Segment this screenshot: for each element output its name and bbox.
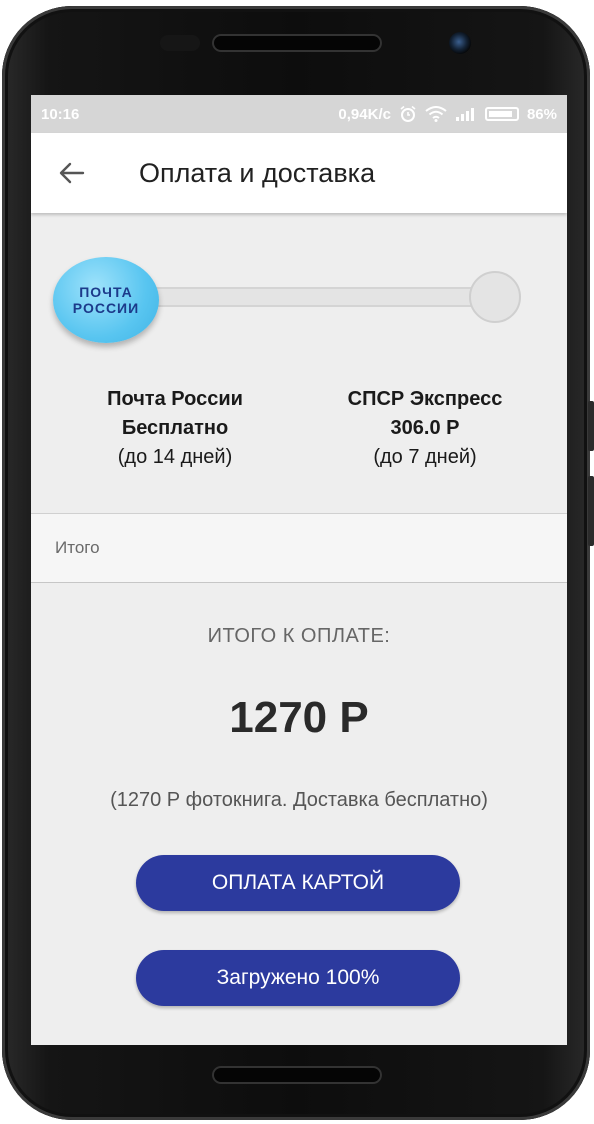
option-name: СПСР Экспресс bbox=[347, 388, 503, 410]
total-note: (1270 Р фотокнига. Доставка бесплатно) bbox=[110, 789, 488, 811]
delivery-option-sprs-express[interactable]: СПСР Экспресс 306.0 Р (до 7 дней) bbox=[317, 385, 533, 472]
network-speed: 0,94K/c bbox=[338, 105, 391, 123]
option-price: 306.0 Р bbox=[390, 417, 460, 439]
proximity-sensor bbox=[160, 35, 200, 51]
earpiece-speaker bbox=[212, 34, 382, 52]
upload-status-button[interactable]: Загружено 100% bbox=[136, 950, 460, 1006]
front-camera-icon bbox=[449, 32, 471, 54]
option-term: (до 7 дней) bbox=[373, 446, 477, 468]
logo-text-line2: РОССИИ bbox=[72, 300, 140, 316]
arrow-left-icon[interactable] bbox=[59, 160, 85, 186]
volume-button bbox=[588, 401, 594, 451]
total-amount: 1270 Р bbox=[229, 693, 369, 742]
alarm-icon bbox=[400, 105, 416, 122]
app-bar: Оплата и доставка bbox=[31, 133, 567, 213]
power-button bbox=[588, 476, 594, 546]
page-title: Оплата и доставка bbox=[139, 157, 376, 188]
wifi-icon bbox=[425, 106, 447, 122]
bottom-speaker bbox=[212, 1066, 382, 1084]
summary-label: Итого bbox=[55, 538, 100, 557]
screen: 10:16 0,94K/c 86% Оплата и доставка ПОЧТ… bbox=[31, 95, 567, 1045]
logo-text-line1: ПОЧТА bbox=[79, 284, 133, 300]
status-icons: 0,94K/c 86% bbox=[338, 105, 557, 123]
signal-icon bbox=[455, 108, 474, 121]
battery-icon bbox=[484, 107, 519, 121]
total-label: ИТОГО К ОПЛАТЕ: bbox=[207, 625, 391, 647]
option-name: Почта России bbox=[107, 388, 243, 410]
battery-percent: 86% bbox=[526, 105, 557, 123]
status-time: 10:16 bbox=[41, 105, 80, 123]
summary-row: Итого bbox=[31, 513, 567, 583]
option-price: Бесплатно bbox=[121, 417, 229, 439]
pay-by-card-button[interactable]: ОПЛАТА КАРТОЙ bbox=[136, 855, 460, 911]
russian-post-logo[interactable]: ПОЧТА РОССИИ bbox=[53, 257, 159, 343]
delivery-option-russian-post[interactable]: Почта России Бесплатно (до 14 дней) bbox=[65, 385, 285, 472]
status-bar: 10:16 0,94K/c 86% bbox=[31, 95, 567, 133]
option-term: (до 14 дней) bbox=[117, 446, 233, 468]
delivery-option-sprs-knob[interactable] bbox=[469, 271, 521, 323]
